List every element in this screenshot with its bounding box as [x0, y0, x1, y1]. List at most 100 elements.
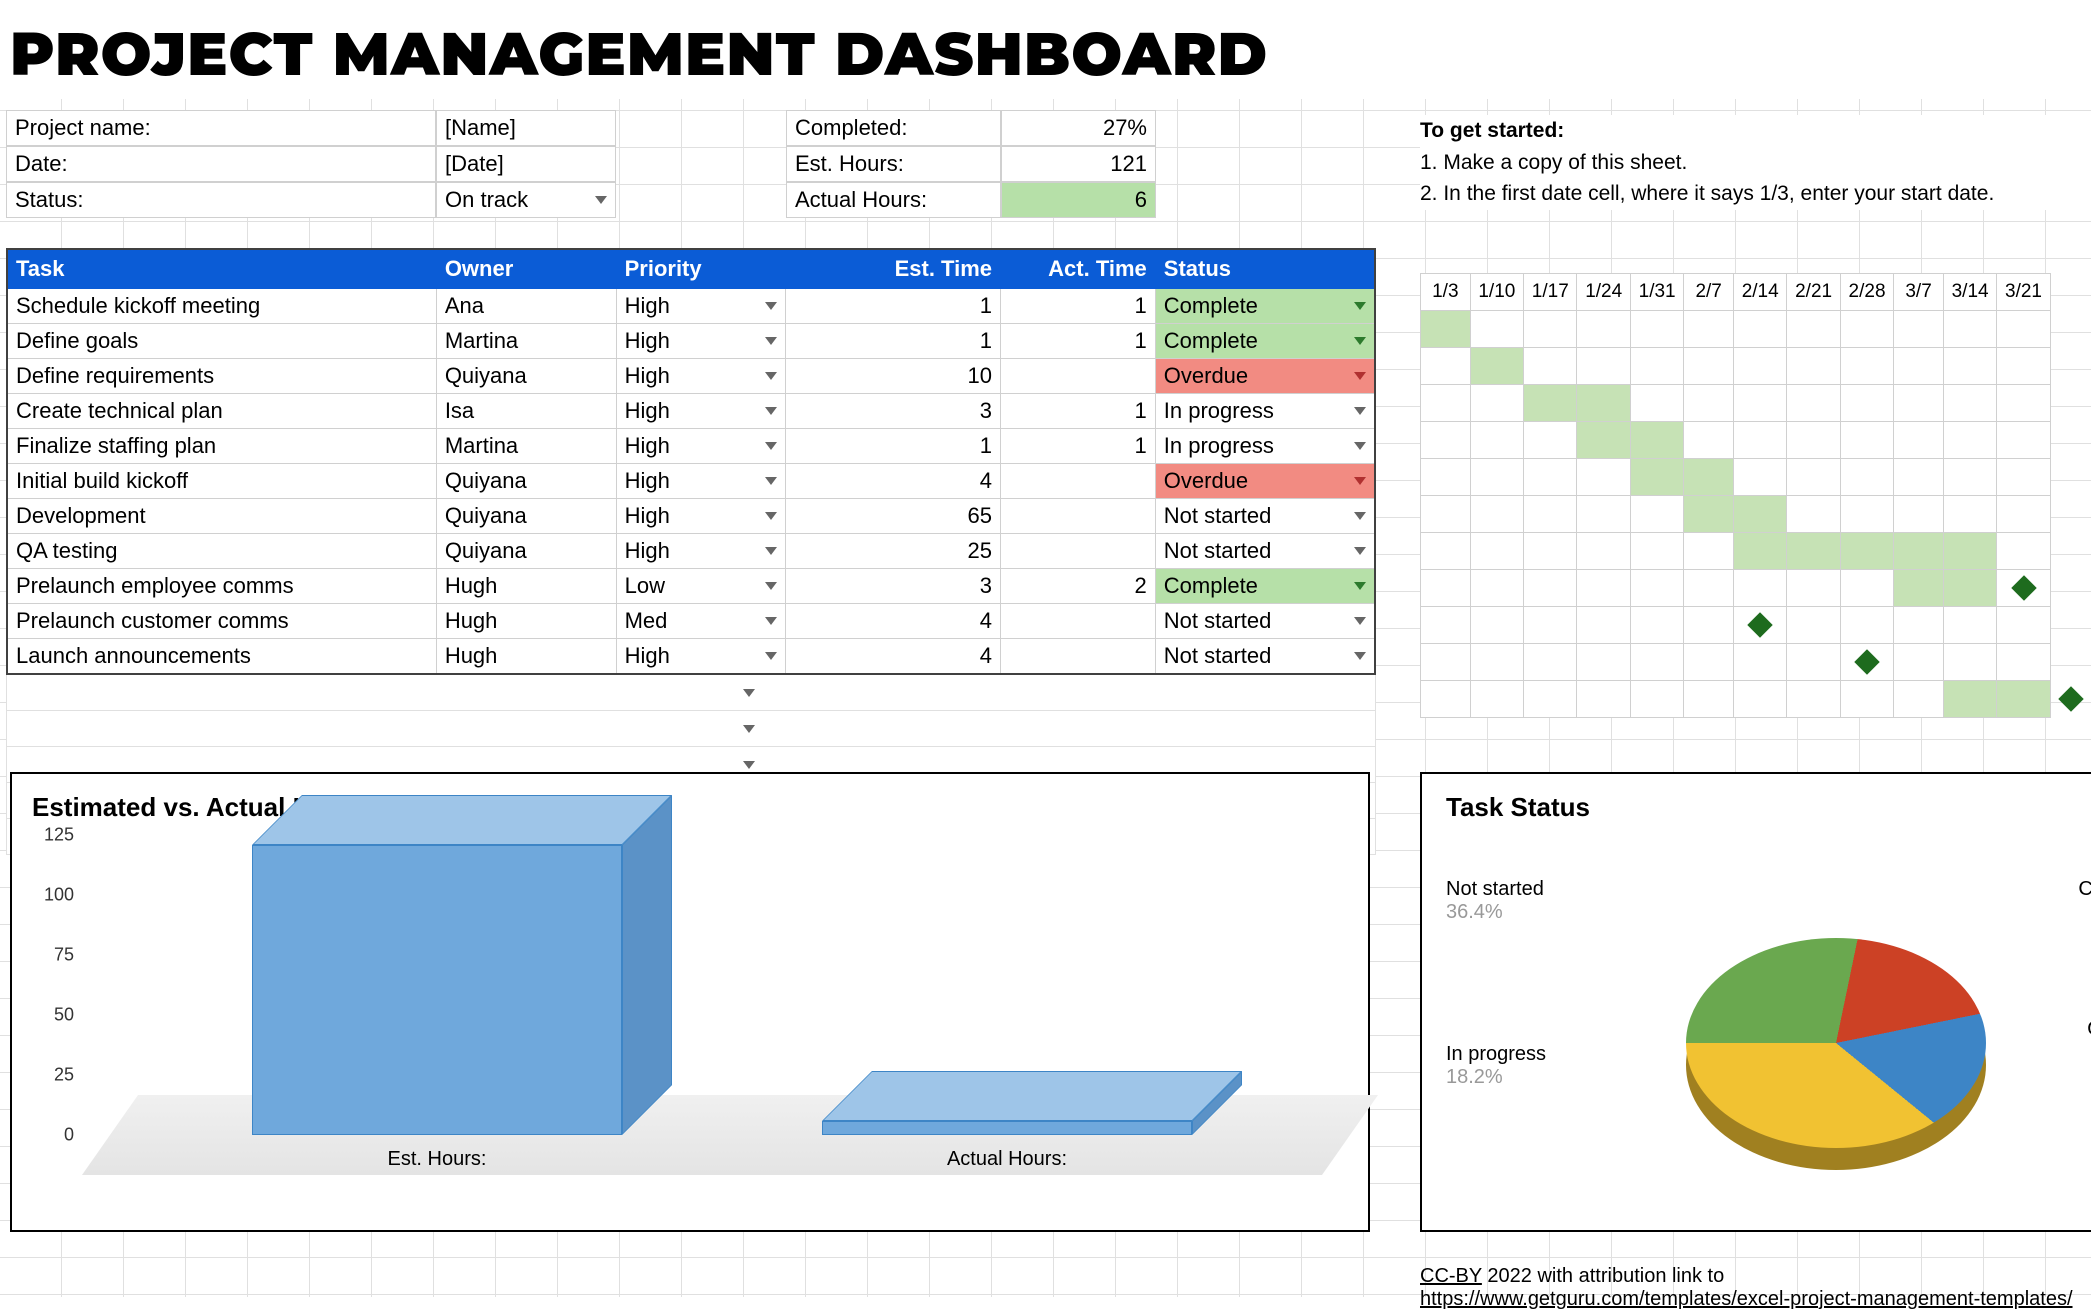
- caret-down-icon[interactable]: [743, 761, 755, 769]
- cell-act-time[interactable]: 1: [1001, 394, 1156, 429]
- cell-priority[interactable]: High: [616, 499, 786, 534]
- caret-down-icon[interactable]: [743, 725, 755, 733]
- caret-down-icon[interactable]: [1354, 442, 1366, 450]
- table-row[interactable]: DevelopmentQuiyanaHigh65 Not started: [7, 499, 1375, 534]
- cell-status[interactable]: In progress: [1155, 394, 1375, 429]
- caret-down-icon[interactable]: [743, 689, 755, 697]
- caret-down-icon[interactable]: [765, 372, 777, 380]
- table-row[interactable]: Create technical planIsaHigh31In progres…: [7, 394, 1375, 429]
- cell-status[interactable]: Complete: [1155, 324, 1375, 359]
- table-row[interactable]: Prelaunch customer commsHughMed4 Not star…: [7, 604, 1375, 639]
- cell-owner[interactable]: Hugh: [436, 569, 616, 604]
- cell-priority[interactable]: High: [616, 534, 786, 569]
- cell-act-time[interactable]: 1: [1001, 289, 1156, 324]
- cell-act-time[interactable]: 1: [1001, 324, 1156, 359]
- cell-est-time[interactable]: 4: [786, 604, 1001, 639]
- table-row[interactable]: Prelaunch employee commsHughLow32Complet…: [7, 569, 1375, 604]
- cell-task[interactable]: Prelaunch employee comms: [7, 569, 436, 604]
- cell-owner[interactable]: Hugh: [436, 604, 616, 639]
- cell-est-time[interactable]: 25: [786, 534, 1001, 569]
- caret-down-icon[interactable]: [595, 196, 607, 204]
- cell-est-time[interactable]: 10: [786, 359, 1001, 394]
- caret-down-icon[interactable]: [1354, 652, 1366, 660]
- cell-status[interactable]: Complete: [1155, 569, 1375, 604]
- cell-priority[interactable]: High: [616, 289, 786, 324]
- caret-down-icon[interactable]: [1354, 547, 1366, 555]
- caret-down-icon[interactable]: [1354, 617, 1366, 625]
- cell-priority[interactable]: High: [616, 464, 786, 499]
- cell-est-time[interactable]: 1: [786, 289, 1001, 324]
- caret-down-icon[interactable]: [765, 617, 777, 625]
- caret-down-icon[interactable]: [765, 442, 777, 450]
- cell-status[interactable]: Not started: [1155, 639, 1375, 675]
- table-row[interactable]: Finalize staffing planMartinaHigh11In pr…: [7, 429, 1375, 464]
- cell-act-time[interactable]: [1001, 359, 1156, 394]
- caret-down-icon[interactable]: [765, 512, 777, 520]
- cell-status[interactable]: Not started: [1155, 604, 1375, 639]
- caret-down-icon[interactable]: [1354, 477, 1366, 485]
- cell-task[interactable]: QA testing: [7, 534, 436, 569]
- meta-status-value[interactable]: On track: [436, 182, 616, 218]
- cell-owner[interactable]: Quiyana: [436, 359, 616, 394]
- cell-est-time[interactable]: 65: [786, 499, 1001, 534]
- cell-owner[interactable]: Hugh: [436, 639, 616, 675]
- cell-status[interactable]: Overdue: [1155, 359, 1375, 394]
- cell-est-time[interactable]: 3: [786, 569, 1001, 604]
- caret-down-icon[interactable]: [765, 302, 777, 310]
- cell-status[interactable]: Not started: [1155, 499, 1375, 534]
- cell-owner[interactable]: Quiyana: [436, 534, 616, 569]
- cell-task[interactable]: Launch announcements: [7, 639, 436, 675]
- attribution-link[interactable]: https://www.getguru.com/templates/excel-…: [1420, 1288, 2073, 1310]
- caret-down-icon[interactable]: [1354, 407, 1366, 415]
- cell-task[interactable]: Define goals: [7, 324, 436, 359]
- cell-status[interactable]: Not started: [1155, 534, 1375, 569]
- cell-status[interactable]: In progress: [1155, 429, 1375, 464]
- cell-est-time[interactable]: 1: [786, 324, 1001, 359]
- table-row[interactable]: Define requirementsQuiyanaHigh10Overdue: [7, 359, 1375, 394]
- caret-down-icon[interactable]: [765, 477, 777, 485]
- caret-down-icon[interactable]: [1354, 337, 1366, 345]
- cell-est-time[interactable]: 1: [786, 429, 1001, 464]
- caret-down-icon[interactable]: [765, 547, 777, 555]
- cell-act-time[interactable]: [1001, 604, 1156, 639]
- cell-act-time[interactable]: [1001, 464, 1156, 499]
- cell-priority[interactable]: High: [616, 324, 786, 359]
- table-row[interactable]: Define goalsMartinaHigh11Complete: [7, 324, 1375, 359]
- cell-task[interactable]: Prelaunch customer comms: [7, 604, 436, 639]
- cell-owner[interactable]: Martina: [436, 324, 616, 359]
- cell-est-time[interactable]: 4: [786, 464, 1001, 499]
- cell-act-time[interactable]: 2: [1001, 569, 1156, 604]
- cell-task[interactable]: Schedule kickoff meeting: [7, 289, 436, 324]
- cell-priority[interactable]: Low: [616, 569, 786, 604]
- cell-act-time[interactable]: [1001, 639, 1156, 675]
- cell-owner[interactable]: Ana: [436, 289, 616, 324]
- meta-date-value[interactable]: [Date]: [436, 146, 616, 182]
- table-row[interactable]: Schedule kickoff meetingAnaHigh11Complet…: [7, 289, 1375, 324]
- cell-priority[interactable]: High: [616, 639, 786, 675]
- cell-status[interactable]: Complete: [1155, 289, 1375, 324]
- caret-down-icon[interactable]: [1354, 372, 1366, 380]
- table-row[interactable]: QA testingQuiyanaHigh25 Not started: [7, 534, 1375, 569]
- caret-down-icon[interactable]: [1354, 582, 1366, 590]
- cell-owner[interactable]: Martina: [436, 429, 616, 464]
- cell-priority[interactable]: High: [616, 394, 786, 429]
- cell-owner[interactable]: Isa: [436, 394, 616, 429]
- caret-down-icon[interactable]: [765, 407, 777, 415]
- caret-down-icon[interactable]: [1354, 302, 1366, 310]
- cell-act-time[interactable]: 1: [1001, 429, 1156, 464]
- caret-down-icon[interactable]: [1354, 512, 1366, 520]
- cell-status[interactable]: Overdue: [1155, 464, 1375, 499]
- table-row[interactable]: Initial build kickoffQuiyanaHigh4Overdue: [7, 464, 1375, 499]
- cell-task[interactable]: Finalize staffing plan: [7, 429, 436, 464]
- cell-priority[interactable]: High: [616, 359, 786, 394]
- caret-down-icon[interactable]: [765, 652, 777, 660]
- caret-down-icon[interactable]: [765, 337, 777, 345]
- attribution-license[interactable]: CC-BY: [1420, 1265, 1482, 1287]
- cell-est-time[interactable]: 3: [786, 394, 1001, 429]
- cell-owner[interactable]: Quiyana: [436, 499, 616, 534]
- cell-task[interactable]: Create technical plan: [7, 394, 436, 429]
- cell-task[interactable]: Development: [7, 499, 436, 534]
- cell-priority[interactable]: Med: [616, 604, 786, 639]
- cell-act-time[interactable]: [1001, 499, 1156, 534]
- caret-down-icon[interactable]: [765, 582, 777, 590]
